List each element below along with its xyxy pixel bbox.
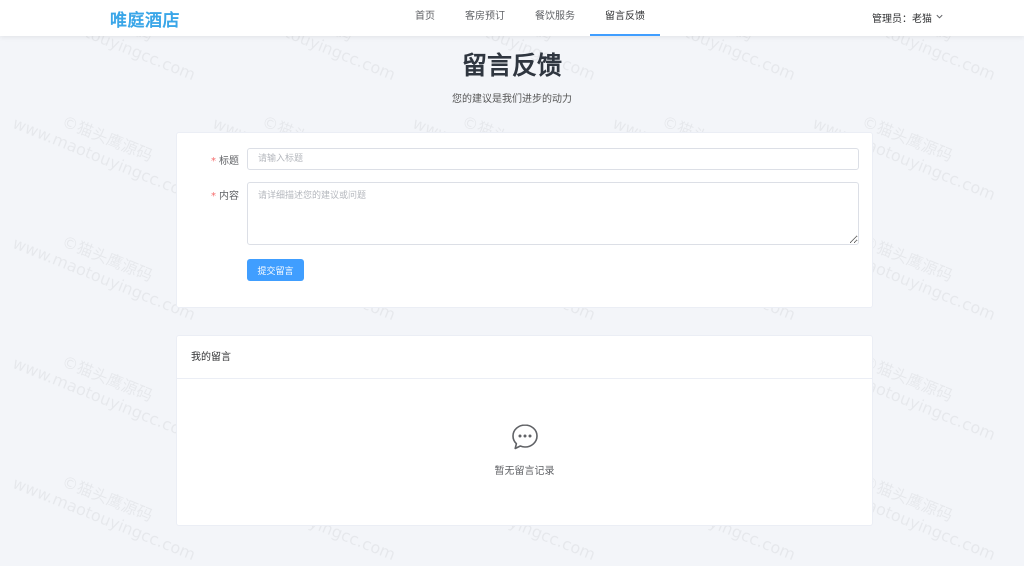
feedback-form-card: *标题 *内容 提交留言 <box>176 132 873 308</box>
top-navbar: 唯庭酒店 首页 客房预订 餐饮服务 留言反馈 管理员：老猫 <box>0 0 1024 36</box>
chevron-down-icon <box>935 12 944 24</box>
nav-item-room-booking[interactable]: 客房预订 <box>450 0 520 36</box>
content-label: * 内容 <box>211 191 239 202</box>
page-title: 留言反馈 <box>461 51 562 80</box>
required-mark: * <box>211 156 216 167</box>
submit-feedback-button[interactable]: 提交留言 <box>247 259 304 281</box>
admin-dropdown[interactable]: 管理员：老猫 <box>872 10 944 25</box>
empty-state: 暂无留言记录 <box>177 422 872 477</box>
content-textarea[interactable] <box>247 182 859 245</box>
my-messages-header: 我的留言 <box>177 336 872 379</box>
required-mark: * <box>211 191 216 202</box>
title-input[interactable] <box>247 148 859 170</box>
nav-item-home[interactable]: 首页 <box>400 0 450 36</box>
title-label: * 标题 <box>211 156 239 167</box>
nav-item-dining[interactable]: 餐饮服务 <box>520 0 590 36</box>
empty-state-text: 暂无留言记录 <box>494 466 555 477</box>
my-messages-card: 我的留言 暂无留言记录 <box>176 335 873 526</box>
chat-bubble-icon <box>177 422 872 452</box>
hotel-logo[interactable]: 唯庭酒店 <box>110 6 180 31</box>
nav-item-feedback[interactable]: 留言反馈 <box>590 0 660 36</box>
page-subtitle: 您的建议是我们进步的动力 <box>452 94 572 105</box>
admin-label: 管理员：老猫 <box>872 14 932 25</box>
main-nav: 首页 客房预订 餐饮服务 留言反馈 <box>400 0 660 36</box>
